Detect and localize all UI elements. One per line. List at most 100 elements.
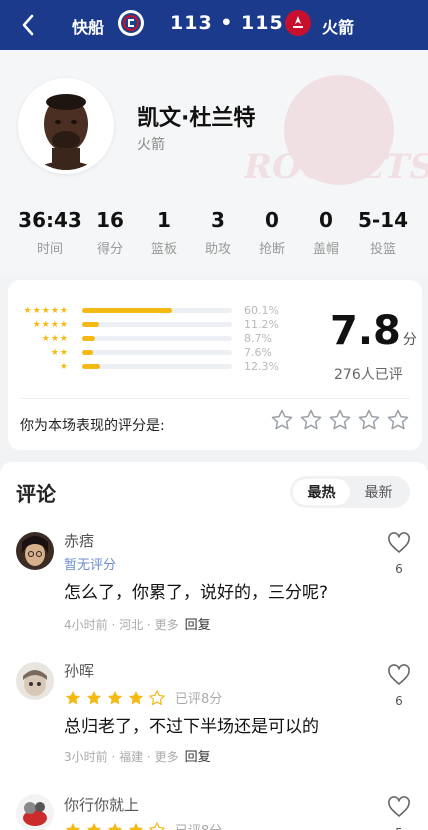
stat-label: 时间: [36, 242, 63, 257]
comment-location: 河北: [119, 618, 144, 632]
avatar[interactable]: [16, 532, 54, 570]
rating-row-5: ★ ★ ★ ★ ★ 60.1%: [20, 304, 279, 318]
top-bar: 快船 113 • 115 火箭: [0, 0, 428, 50]
stat-rebounds: 1 篮板: [146, 208, 182, 257]
star-filled-icon: [128, 822, 144, 830]
reply-button[interactable]: 回复: [185, 750, 211, 765]
average-score-unit: 分: [402, 332, 417, 348]
stat-label: 盖帽: [312, 242, 339, 257]
star-filled-icon: [86, 822, 102, 830]
comment-stars: 已评8分: [64, 688, 222, 707]
stat-time: 36:43 时间: [18, 208, 82, 257]
rating-card: ★ ★ ★ ★ ★ 60.1% ★ ★ ★ ★ 11.2% ★ ★ ★ 8.7% ★ ★ 7.6% …: [8, 280, 422, 450]
rating-percent: 8.7%: [244, 332, 272, 345]
player-team: 火箭: [137, 137, 165, 153]
rating-row-1: ★ 12.3%: [20, 360, 279, 374]
tab-latest[interactable]: 最新: [350, 479, 407, 505]
star-outline-icon[interactable]: [328, 408, 352, 432]
average-score-value: 7.8: [330, 308, 401, 354]
avatar[interactable]: [16, 662, 54, 700]
star-group-icon: ★: [59, 361, 68, 372]
comment-author[interactable]: 孙晖: [64, 660, 94, 681]
player-summary: ROCKETS 凯文·杜兰特 火箭 36:43 时间 16 得分 1 篮板 3 …: [0, 50, 428, 275]
tab-hottest[interactable]: 最热: [293, 479, 350, 505]
comment-more[interactable]: 更多: [155, 750, 179, 764]
like-button[interactable]: 5: [386, 796, 412, 830]
comment-time: 3小时前: [64, 750, 108, 764]
stat-label: 助攻: [204, 242, 231, 257]
star-filled-icon: [65, 690, 81, 704]
like-count: 5: [386, 826, 412, 830]
star-group-icon: ★ ★: [50, 347, 68, 358]
stat-steals: 0 抢断: [254, 208, 290, 257]
heart-icon: [388, 796, 410, 817]
stat-label: 投篮: [369, 242, 396, 257]
rating-percent: 11.2%: [244, 318, 279, 331]
stat-value: 0: [319, 208, 333, 232]
rating-row-3: ★ ★ ★ 8.7%: [20, 332, 272, 346]
comment-time: 4小时前: [64, 618, 108, 632]
game-score: 113 • 115: [170, 12, 284, 34]
rate-prompt: 你为本场表现的评分是:: [20, 418, 165, 434]
stat-value: 1: [157, 208, 171, 232]
comment-rating-text: 暂无评分: [64, 558, 117, 573]
rating-bar: [82, 308, 232, 313]
player-avatar: [18, 78, 114, 174]
star-filled-icon: [65, 822, 81, 830]
comment-rating-text: 已评8分: [175, 692, 223, 707]
comment-stars: 已评8分: [64, 820, 222, 830]
comment-more[interactable]: 更多: [155, 618, 179, 632]
reply-button[interactable]: 回复: [185, 618, 211, 633]
comments-section: 评论 最热 最新 赤痞 暂无评分 怎么了，你累了，说好的，三分呢? 4小时前 ·…: [0, 462, 428, 830]
comment-text: 总归老了，不过下半场还是可以的: [64, 717, 319, 737]
back-button[interactable]: [16, 11, 40, 39]
like-button[interactable]: 6: [386, 532, 412, 576]
star-outline-icon: [149, 689, 165, 705]
star-outline-icon[interactable]: [357, 408, 381, 432]
star-outline-icon[interactable]: [270, 408, 294, 432]
stat-label: 得分: [96, 242, 123, 257]
chevron-left-icon: [22, 14, 34, 36]
star-filled-icon: [86, 690, 102, 704]
stat-points: 16 得分: [92, 208, 128, 257]
player-name: 凯文·杜兰特: [137, 106, 256, 131]
stat-blocks: 0 盖帽: [308, 208, 344, 257]
stat-label: 抢断: [258, 242, 285, 257]
heart-icon: [388, 532, 410, 553]
comment-footer: 3小时前 · 福建 · 更多 回复: [64, 750, 211, 765]
comments-title: 评论: [16, 482, 56, 506]
stat-value: 16: [96, 208, 124, 232]
rating-bar: [82, 364, 232, 369]
rating-bar: [82, 350, 232, 355]
comment-author[interactable]: 赤痞: [64, 530, 94, 551]
like-count: 6: [395, 694, 403, 708]
clippers-logo-icon: [118, 10, 144, 36]
comment-footer: 4小时前 · 河北 · 更多 回复: [64, 618, 211, 633]
star-filled-icon: [107, 690, 123, 704]
star-group-icon: ★ ★ ★: [41, 333, 68, 344]
rating-percent: 7.6%: [244, 346, 272, 359]
divider: [20, 398, 410, 399]
like-button[interactable]: 6: [386, 664, 412, 708]
comment-rating-text: 已评8分: [175, 820, 222, 830]
team-right-name: 火箭: [322, 18, 355, 37]
stat-value: 5-14: [357, 208, 409, 232]
star-group-icon: ★ ★ ★ ★ ★: [23, 305, 68, 316]
star-outline-icon: [149, 821, 165, 830]
star-outline-icon[interactable]: [299, 408, 323, 432]
star-outline-icon[interactable]: [386, 408, 410, 432]
team-left-name: 快船: [72, 18, 105, 37]
avatar[interactable]: [16, 794, 54, 830]
rating-percent: 12.3%: [244, 360, 279, 373]
watermark-text: ROCKETS: [244, 147, 428, 187]
rockets-watermark-icon: ROCKETS: [244, 75, 428, 187]
comment-author[interactable]: 你行你就上: [64, 794, 139, 815]
rating-bar: [82, 322, 232, 327]
rating-row-4: ★ ★ ★ ★ 11.2%: [20, 318, 279, 332]
stat-assists: 3 助攻: [200, 208, 236, 257]
average-score: 7.8 分: [330, 308, 417, 354]
stat-value: 3: [211, 208, 225, 232]
star-filled-icon: [107, 822, 123, 830]
rockets-logo-icon: [285, 10, 311, 36]
stat-label: 篮板: [150, 242, 177, 257]
